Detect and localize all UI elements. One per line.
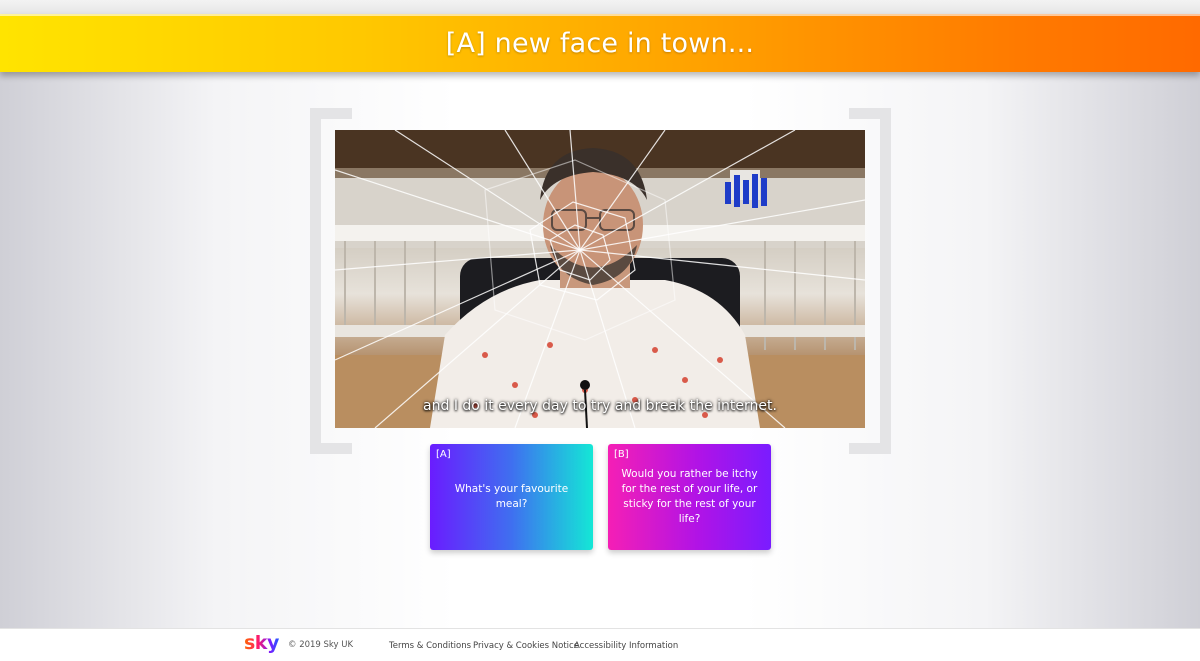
answer-option-b-text: Would you rather be itchy for the rest o… (621, 468, 758, 525)
answer-option-a[interactable]: [A] What's your favourite meal? (430, 444, 593, 550)
video-player[interactable]: and I do it every day to try and break t… (335, 130, 865, 428)
sky-logo[interactable]: sky (244, 632, 279, 654)
answer-option-a-text: What's your favourite meal? (454, 483, 569, 510)
title-bar: [A] new face in town... (0, 14, 1200, 72)
video-frame-image (335, 130, 865, 428)
accessibility-link[interactable]: Accessibility Information (574, 641, 678, 651)
footer: sky © 2019 Sky UK Terms & Conditions Pri… (0, 628, 1200, 661)
answer-option-b[interactable]: [B] Would you rather be itchy for the re… (608, 444, 771, 550)
page-title: [A] new face in town... (445, 27, 755, 59)
privacy-link[interactable]: Privacy & Cookies Notice (473, 641, 579, 651)
copyright-text: © 2019 Sky UK (288, 640, 354, 650)
top-strip (0, 0, 1200, 14)
video-subtitle: and I do it every day to try and break t… (423, 398, 777, 414)
terms-link[interactable]: Terms & Conditions (389, 641, 471, 651)
